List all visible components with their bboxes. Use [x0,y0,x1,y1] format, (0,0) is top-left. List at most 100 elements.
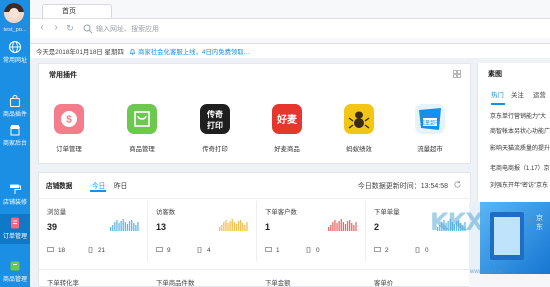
print-logo-icon: 传奇 打印 [200,104,230,134]
status-strip [469,274,550,287]
avatar[interactable] [4,3,24,23]
ad-banner[interactable]: 京东 [480,202,550,274]
username: test_po... [3,27,27,33]
store-data-card: 店铺数据 今日 昨日 今日数据更新时间：13:54:58 浏览量 39 18 2… [38,172,472,287]
refresh-icon[interactable]: ↻ [64,22,76,34]
ant-icon [344,104,374,134]
notice-link[interactable]: 商家社会化客服上线，4日内免费领取... [129,47,249,56]
plugin-order-management[interactable]: $ 订单管理 [44,104,94,153]
sidebar-item-label: 商品插件 [2,112,27,118]
news-item[interactable]: 老商电商报（1.17）京 [490,163,550,172]
svg-text:传奇: 传奇 [206,109,223,119]
plugin-ant-performance[interactable]: 蚂蚁绩效 [334,104,384,153]
tab-operation[interactable]: 运营 [533,90,546,99]
phone-icon [306,247,311,253]
document-icon [11,217,19,229]
monitor-icon [374,247,381,252]
news-item[interactable]: 商智帐本另状心功能广 [490,126,550,135]
monitor-icon [47,247,54,252]
plugin-label: 订单管理 [56,146,82,153]
stat-label-conversion: 下单转化率 [47,280,79,287]
order-icon: $ [54,104,84,134]
mobile-count: 4 [196,247,211,254]
stat-value: 1 [265,222,271,232]
tab-yesterday[interactable]: 昨日 [114,180,127,190]
phone-icon [88,247,93,253]
shopping-bag-icon [9,95,21,108]
sidebar-item-label: 订单管理 [2,234,27,240]
back-icon[interactable]: ‹ [36,22,48,34]
stat-ordering-customers: 下单客户数 1 1 0 [257,201,365,261]
stat-value: 2 [374,222,380,232]
stat-value: 13 [156,222,167,232]
svg-text:$: $ [66,115,72,126]
refresh-icon[interactable] [453,180,462,189]
ad-text: 京东 [536,215,543,231]
sidebar-item-merchant-backend[interactable]: 商家后台 [0,121,30,151]
stat-label-avg-price: 客单价 [374,280,394,287]
watermark: KKX [430,208,484,236]
forward-icon[interactable]: › [50,22,62,34]
bell-icon [129,49,136,55]
news-item[interactable]: 刘强东开年“密访”京东 [490,180,550,189]
globe-icon [8,40,22,54]
sidebar-item-label: 商品管理 [2,277,27,283]
tab-today[interactable]: 今日 [92,180,105,190]
address-row: ‹ › ↻ 输入网址、搜索应用 [30,18,550,38]
haomai-logo-icon: 好麦 [272,104,302,134]
pc-count: 2 [374,247,389,254]
tab-follow[interactable]: 关注 [511,90,524,99]
product-bag-icon [127,104,157,134]
sidebar-item-label: 商家后台 [2,141,27,147]
sparkline-icon [110,219,139,231]
info-bar: 今天是2018年01月18日 星期四 商家社会化客服上线，4日内免费领取... [30,44,550,58]
sidebar-item-shop-decoration[interactable]: 店铺装修 [0,180,30,210]
package-icon [10,261,20,271]
mobile-count: 21 [87,247,105,254]
plugin-label: 商品管理 [129,146,155,153]
store-icon [10,125,20,136]
pc-count: 9 [156,247,171,254]
sidebar-item-order-management[interactable]: 订单管理 [0,214,30,244]
phone-icon [415,247,420,253]
stat-label: 下单客户数 [265,209,297,216]
common-plugins-card: 常用插件 $ 订单管理 商品管理 传奇 打印 传奇打印 好麦 好麦商品 蚂蚁绩效 … [38,63,471,164]
sidebar-item-product-management[interactable]: 商品管理 [0,257,30,287]
stat-label: 访客数 [156,209,176,216]
sparkline-icon [219,219,248,231]
notice-text: 商家社会化客服上线，4日内免费领取... [138,49,250,56]
sidebar-item-label: 常用网址 [2,58,27,64]
address-input[interactable]: 输入网址、搜索应用 [96,24,159,34]
plugin-product-management[interactable]: 商品管理 [117,104,167,153]
news-item[interactable]: 京东单行营销能力“大 [490,111,550,120]
plugin-label: 好麦商品 [274,146,300,153]
sidebar-item-common-urls[interactable]: 常用网址 [0,38,30,68]
grid-icon[interactable] [453,70,461,78]
stat-label-item-count: 下单商品件数 [156,280,195,287]
monitor-icon [156,247,163,252]
traffic-market-icon: 流量超市 [415,104,445,134]
mobile-count: 0 [305,247,320,254]
plugin-haomai-products[interactable]: 好麦 好麦商品 [262,104,312,153]
mobile-count: 0 [414,247,429,254]
panel-title: 素图 [488,71,502,78]
phone-icon [197,247,202,253]
paint-roller-icon [10,184,21,194]
plugin-label: 流量超市 [417,146,443,153]
sidebar: test_po... 常用网址 商品插件 商家后台 店铺装修 订单管理 商品管理 [0,0,30,287]
tab-hot[interactable]: 热门 [491,90,504,99]
plugin-chuanqi-print[interactable]: 传奇 打印 传奇打印 [190,104,240,153]
sidebar-item-product-plugins[interactable]: 商品插件 [0,92,30,122]
update-time: 今日数据更新时间：13:54:58 [357,183,448,190]
news-item[interactable]: 影响天猫流质量的提升 [490,143,550,152]
svg-text:流量超市: 流量超市 [420,120,440,127]
stat-label-amount: 下单金额 [265,280,291,287]
watermark-url: www.kkx.net [470,269,504,275]
stat-visitors: 访客数 13 9 4 [148,201,256,261]
plugin-label: 蚂蚁绩效 [346,146,372,153]
plugin-traffic-market[interactable]: 流量超市 流量超市 [405,104,455,153]
stat-value: 39 [47,222,58,232]
tab-home[interactable]: 首页 [42,4,112,18]
browser-toolbar: 首页 ‹ › ↻ 输入网址、搜索应用 [30,0,550,44]
svg-text:打印: 打印 [207,120,223,130]
